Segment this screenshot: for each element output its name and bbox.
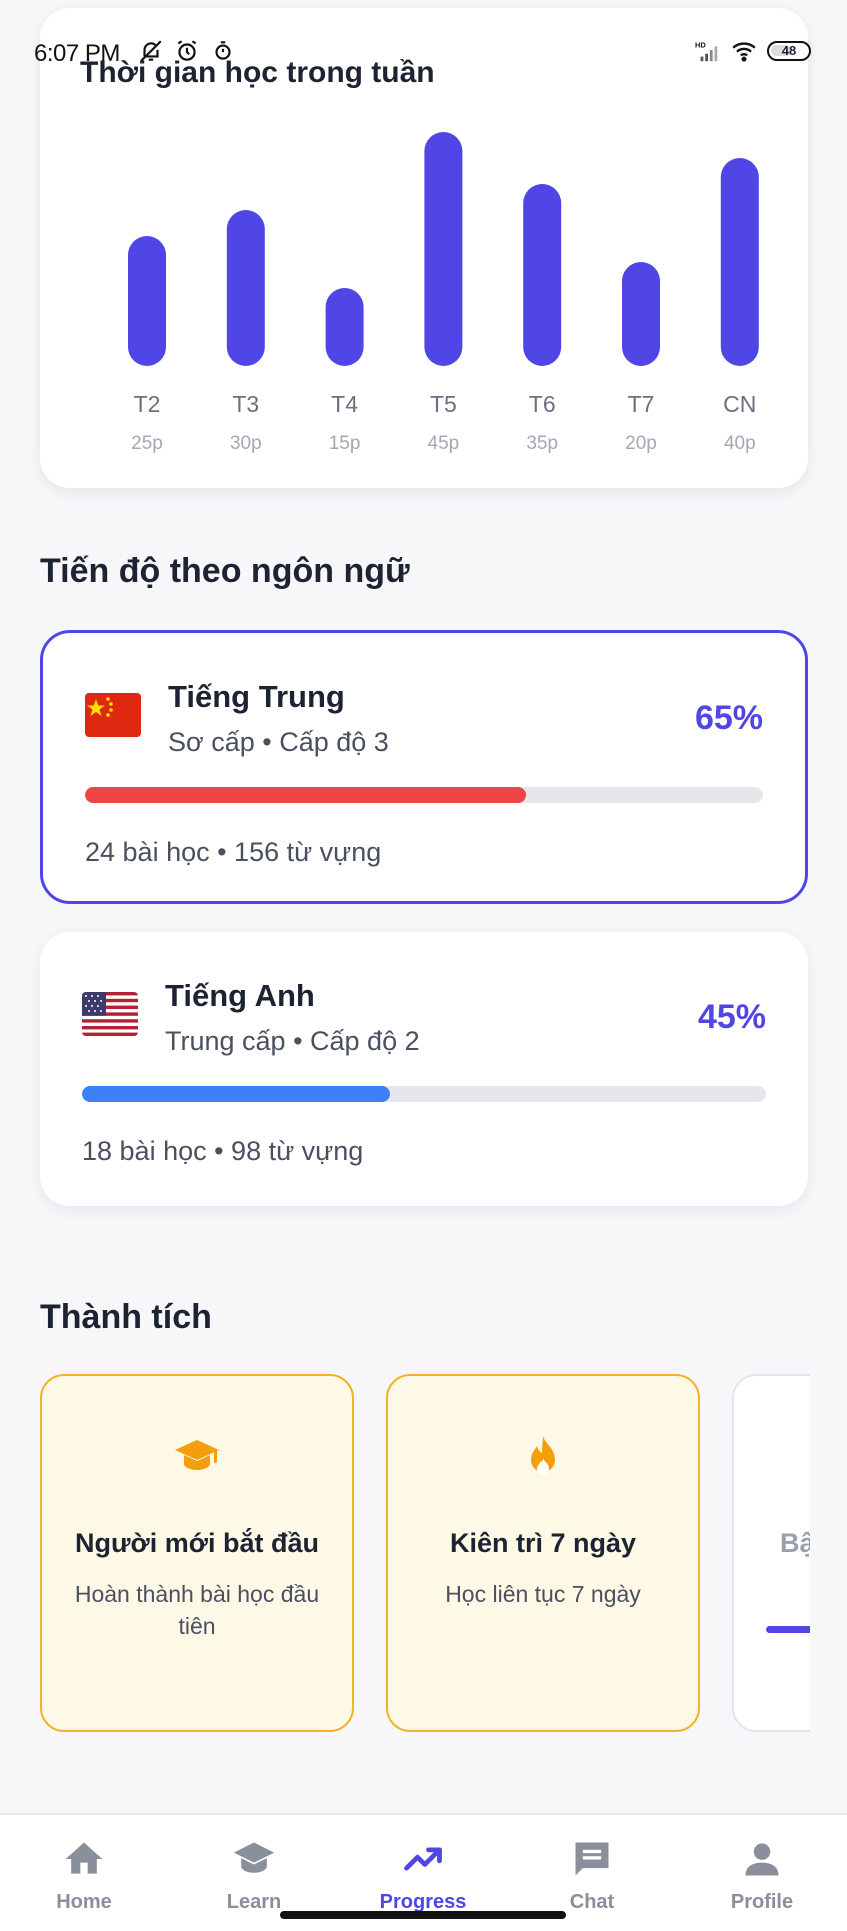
graduation-cap-icon: [233, 1842, 275, 1873]
hd-signal-icon: HD: [695, 40, 718, 62]
usa-flag-icon: [82, 992, 138, 1036]
wifi-icon: [732, 42, 756, 62]
home-icon: [65, 1842, 103, 1874]
progress-bar-fill: [85, 787, 526, 803]
language-percent: 45%: [697, 998, 766, 1036]
chart-bar-t5: [424, 132, 463, 366]
achievements-section-title: Thành tích: [40, 1298, 212, 1336]
status-time: 6:07 PM: [34, 40, 120, 67]
status-bar: 6:07 PM HD 48: [34, 38, 811, 68]
achievement-description: Học liên tục 7 ngày: [445, 1581, 641, 1607]
status-icons-left: [138, 38, 236, 64]
chart-day-label: T6: [529, 391, 556, 417]
chart-day-label: CN: [723, 391, 756, 417]
achievement-title: Kiên trì 7 ngày: [449, 1528, 637, 1558]
achievement-card-locked[interactable]: Bậ: [732, 1374, 810, 1732]
achievement-title: Người mới bắt đầu: [75, 1528, 319, 1558]
chart-bar-t3: [226, 210, 265, 366]
chart-bar-cn: [720, 158, 759, 366]
chart-value-label: 40p: [724, 433, 756, 454]
chart-bar-t2: [128, 236, 166, 366]
achievements-carousel[interactable]: Người mới bắt đầu Hoàn thành bài học đầu…: [40, 1374, 810, 1734]
achievement-card[interactable]: Kiên trì 7 ngày Học liên tục 7 ngày: [386, 1374, 700, 1732]
chart-day-label: T7: [628, 391, 655, 417]
china-flag-icon: [85, 693, 141, 737]
weekly-bar-chart: T2 25p T3 30p T4 15p T5 45p T6 35p T7 20p CN 40p: [128, 132, 759, 454]
timer-icon: [215, 41, 231, 60]
trend-up-icon: [404, 1847, 442, 1871]
nav-label: Profile: [730, 1891, 794, 1913]
chart-bar-t7: [622, 262, 660, 366]
achievement-card[interactable]: Người mới bắt đầu Hoàn thành bài học đầu…: [40, 1374, 354, 1732]
language-stats: 24 bài học • 156 từ vựng: [85, 837, 382, 867]
achievement-progress-line: [766, 1626, 810, 1633]
language-card-chinese[interactable]: Tiếng Trung Sơ cấp • Cấp độ 3 65% 24 bài…: [40, 630, 808, 904]
achievement-description: Hoàn thành bài học đầu tiên: [74, 1581, 320, 1639]
status-icons-right: HD 48: [695, 38, 811, 64]
svg-text:HD: HD: [695, 40, 706, 49]
language-level: Sơ cấp • Cấp độ 3: [168, 727, 389, 757]
language-section-title: Tiến độ theo ngôn ngữ: [40, 552, 410, 590]
nav-label: Home: [56, 1891, 112, 1913]
chart-value-label: 45p: [428, 433, 460, 454]
language-percent: 65%: [694, 699, 763, 737]
chart-day-label: T2: [134, 391, 161, 417]
chart-bar-t6: [523, 184, 562, 366]
progress-screen: 6:07 PM HD 48 Thời gian học trong tuần T…: [0, 0, 847, 1931]
chart-day-label: T5: [430, 391, 457, 417]
chart-value-label: 30p: [230, 433, 262, 454]
language-card-english[interactable]: Tiếng Anh Trung cấp • Cấp độ 2 45% 18 bà…: [40, 932, 808, 1206]
weekly-chart-card: Thời gian học trong tuần T2 25p T3 30p T4 15p…: [40, 8, 808, 488]
mute-bell-icon: [140, 40, 162, 62]
person-icon: [745, 1843, 779, 1876]
chat-icon: [575, 1842, 609, 1876]
chart-bar-t4: [325, 288, 364, 366]
nav-item-home[interactable]: Home: [14, 1837, 154, 1914]
nav-item-learn[interactable]: Learn: [184, 1837, 324, 1914]
home-indicator: [280, 1911, 566, 1919]
chart-value-label: 25p: [131, 433, 163, 454]
chart-value-label: 15p: [329, 433, 361, 454]
nav-item-progress[interactable]: Progress: [353, 1837, 493, 1914]
progress-bar-fill: [82, 1086, 390, 1102]
language-name: Tiếng Trung: [168, 679, 345, 714]
nav-item-profile[interactable]: Profile: [692, 1837, 832, 1914]
bottom-nav: Home Learn Progress Chat Profile: [0, 1813, 847, 1931]
chart-day-label: T3: [232, 391, 259, 417]
graduation-cap-icon: [175, 1440, 219, 1470]
nav-item-chat[interactable]: Chat: [522, 1837, 662, 1914]
chart-day-label: T4: [331, 391, 358, 417]
progress-bar: [82, 1086, 766, 1102]
language-stats: 18 bài học • 98 từ vựng: [82, 1136, 364, 1166]
language-level: Trung cấp • Cấp độ 2: [165, 1026, 420, 1056]
chart-value-label: 20p: [625, 433, 657, 454]
language-name: Tiếng Anh: [165, 978, 315, 1013]
progress-bar: [85, 787, 763, 803]
chart-value-label: 35p: [526, 433, 558, 454]
achievement-title: Bậ: [780, 1528, 810, 1558]
battery-icon: 48: [767, 41, 811, 61]
alarm-icon: [177, 40, 197, 61]
flame-icon: [531, 1436, 555, 1475]
